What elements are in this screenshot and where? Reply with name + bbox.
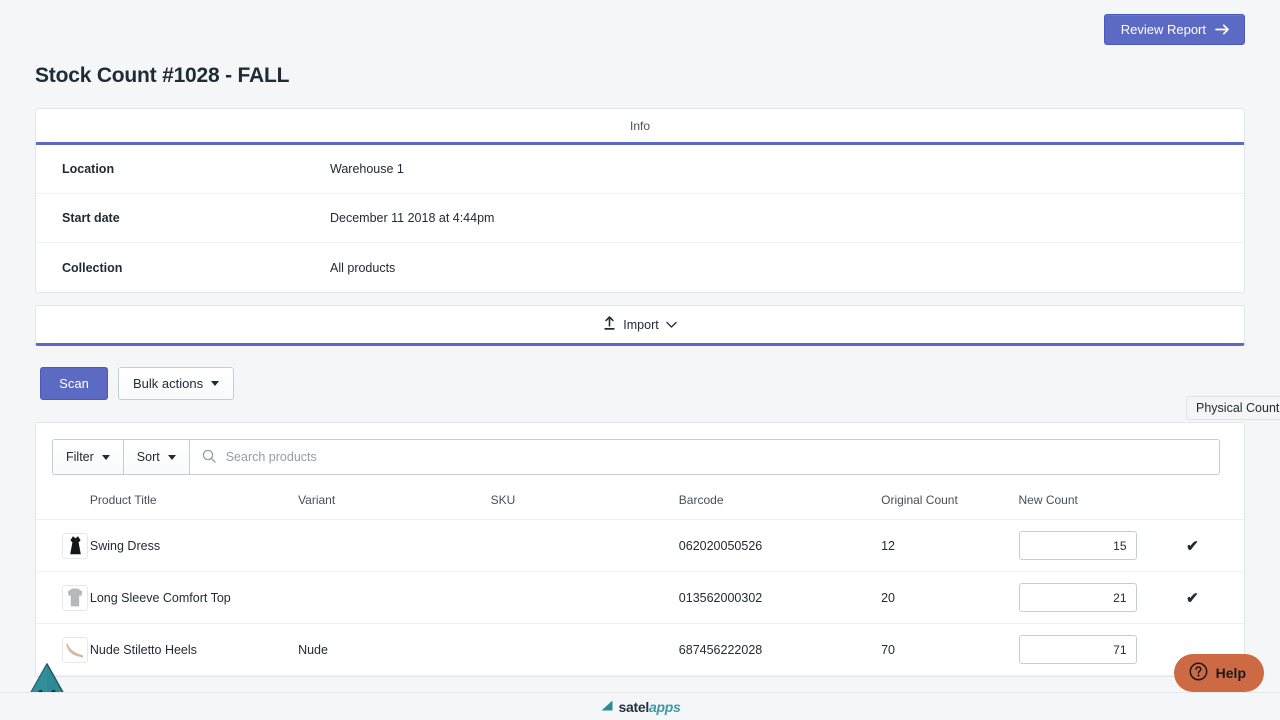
info-label: Location — [62, 162, 115, 176]
table-header-row: Product Title Variant SKU Barcode Origin… — [36, 475, 1244, 520]
row-product-title: Swing Dress — [89, 519, 299, 572]
column-header-status — [1186, 475, 1244, 520]
row-original-count: 20 — [881, 571, 1019, 624]
search-wrapper[interactable] — [189, 440, 1219, 474]
actions-row: Scan Bulk actions — [40, 367, 1280, 400]
column-header-barcode: Barcode — [678, 475, 882, 520]
import-card[interactable]: Import — [35, 305, 1245, 346]
nude-stiletto-heel-thumbnail — [62, 636, 88, 663]
row-new-count-cell — [1018, 571, 1187, 624]
info-row-location: Location Warehouse 1 — [36, 145, 1244, 194]
page-title: Stock Count #1028 - FALL — [35, 64, 290, 87]
chevron-down-icon — [666, 318, 677, 332]
column-header-sku: SKU — [490, 475, 679, 520]
row-sku — [490, 623, 679, 676]
search-input[interactable] — [223, 449, 1207, 465]
row-variant — [298, 519, 491, 572]
checkmark-icon: ✔ — [1186, 589, 1199, 607]
products-table: Product Title Variant SKU Barcode Origin… — [36, 475, 1244, 676]
column-header-original-count: Original Count — [881, 475, 1019, 520]
column-header-product-title: Product Title — [89, 475, 299, 520]
info-row-start-date: Start date December 11 2018 at 4:44pm — [36, 194, 1244, 243]
products-table-head: Product Title Variant SKU Barcode Origin… — [36, 475, 1244, 520]
physical-count-tooltip: Physical Count — [1186, 396, 1280, 420]
new-count-input[interactable] — [1018, 635, 1137, 664]
info-value: All products — [330, 260, 396, 275]
column-header-variant: Variant — [298, 475, 491, 520]
row-original-count: 70 — [881, 623, 1019, 676]
info-row-collection: Collection All products — [36, 243, 1244, 292]
info-card-heading: Info — [36, 109, 1244, 145]
column-header-thumbnail — [36, 475, 90, 520]
filter-button[interactable]: Filter — [53, 440, 124, 474]
filter-bar: Filter Sort — [52, 439, 1220, 475]
sort-button[interactable]: Sort — [123, 440, 190, 474]
search-icon — [202, 449, 216, 466]
row-thumbnail-cell — [36, 571, 90, 624]
new-count-input[interactable] — [1018, 583, 1137, 612]
new-count-input[interactable] — [1018, 531, 1137, 560]
footer-logo-secondary: apps — [648, 698, 681, 715]
checkmark-icon: ✔ — [1186, 537, 1199, 555]
table-row[interactable]: Nude Stiletto Heels Nude 687456222028 70 — [36, 623, 1244, 676]
scan-button[interactable]: Scan — [40, 367, 108, 400]
teal-triangle-logo-icon — [600, 699, 614, 715]
question-mark-circle-icon — [1189, 662, 1208, 684]
caret-down-icon — [167, 454, 176, 460]
row-barcode: 013562000302 — [678, 571, 882, 624]
row-barcode: 687456222028 — [678, 623, 882, 676]
footer: satelapps — [0, 692, 1280, 720]
row-sku — [490, 571, 679, 624]
review-report-label: Review Report — [1120, 21, 1206, 37]
sort-label: Sort — [136, 450, 160, 464]
info-label: Start date — [62, 211, 120, 225]
row-variant: Nude — [298, 623, 491, 676]
gray-long-sleeve-top-thumbnail — [62, 584, 88, 611]
row-product-title: Nude Stiletto Heels — [89, 623, 299, 676]
row-product-title: Long Sleeve Comfort Top — [89, 571, 299, 624]
row-new-count-cell — [1018, 519, 1187, 572]
upload-icon — [603, 315, 616, 334]
black-dress-thumbnail — [62, 532, 88, 559]
info-value: Warehouse 1 — [330, 162, 404, 176]
row-barcode: 062020050526 — [678, 519, 882, 572]
column-header-new-count: New Count — [1018, 475, 1187, 520]
import-control[interactable]: Import — [603, 315, 677, 334]
table-row[interactable]: Long Sleeve Comfort Top 013562000302 20 … — [36, 571, 1244, 624]
info-label: Collection — [62, 260, 123, 275]
info-value: December 11 2018 at 4:44pm — [330, 211, 495, 225]
filter-label: Filter — [66, 450, 94, 464]
footer-logo: satelapps — [619, 699, 681, 715]
top-action-bar: Review Report — [0, 0, 1280, 58]
help-label: Help — [1215, 665, 1246, 681]
row-new-count-cell — [1018, 623, 1187, 676]
info-card: Info Location Warehouse 1 Start date Dec… — [35, 108, 1245, 293]
bulk-actions-button[interactable]: Bulk actions — [118, 367, 235, 400]
row-sku — [490, 519, 679, 572]
arrow-right-icon — [1215, 23, 1230, 35]
row-status-cell: ✔ — [1186, 571, 1244, 624]
products-card: Filter Sort Product Title Variant SKU — [35, 422, 1245, 677]
caret-down-icon — [101, 454, 110, 460]
row-original-count: 12 — [881, 519, 1019, 572]
row-status-cell: ✔ — [1186, 519, 1244, 572]
table-row[interactable]: Swing Dress 062020050526 12 ✔ — [36, 519, 1244, 572]
caret-down-icon — [211, 381, 220, 386]
row-thumbnail-cell — [36, 519, 90, 572]
bulk-actions-label: Bulk actions — [133, 376, 204, 391]
import-label: Import — [623, 317, 659, 332]
review-report-button[interactable]: Review Report — [1103, 13, 1245, 45]
row-variant — [298, 571, 491, 624]
help-button[interactable]: Help — [1173, 654, 1264, 692]
footer-logo-primary: satel — [618, 698, 650, 715]
products-table-body: Swing Dress 062020050526 12 ✔ — [36, 519, 1244, 676]
